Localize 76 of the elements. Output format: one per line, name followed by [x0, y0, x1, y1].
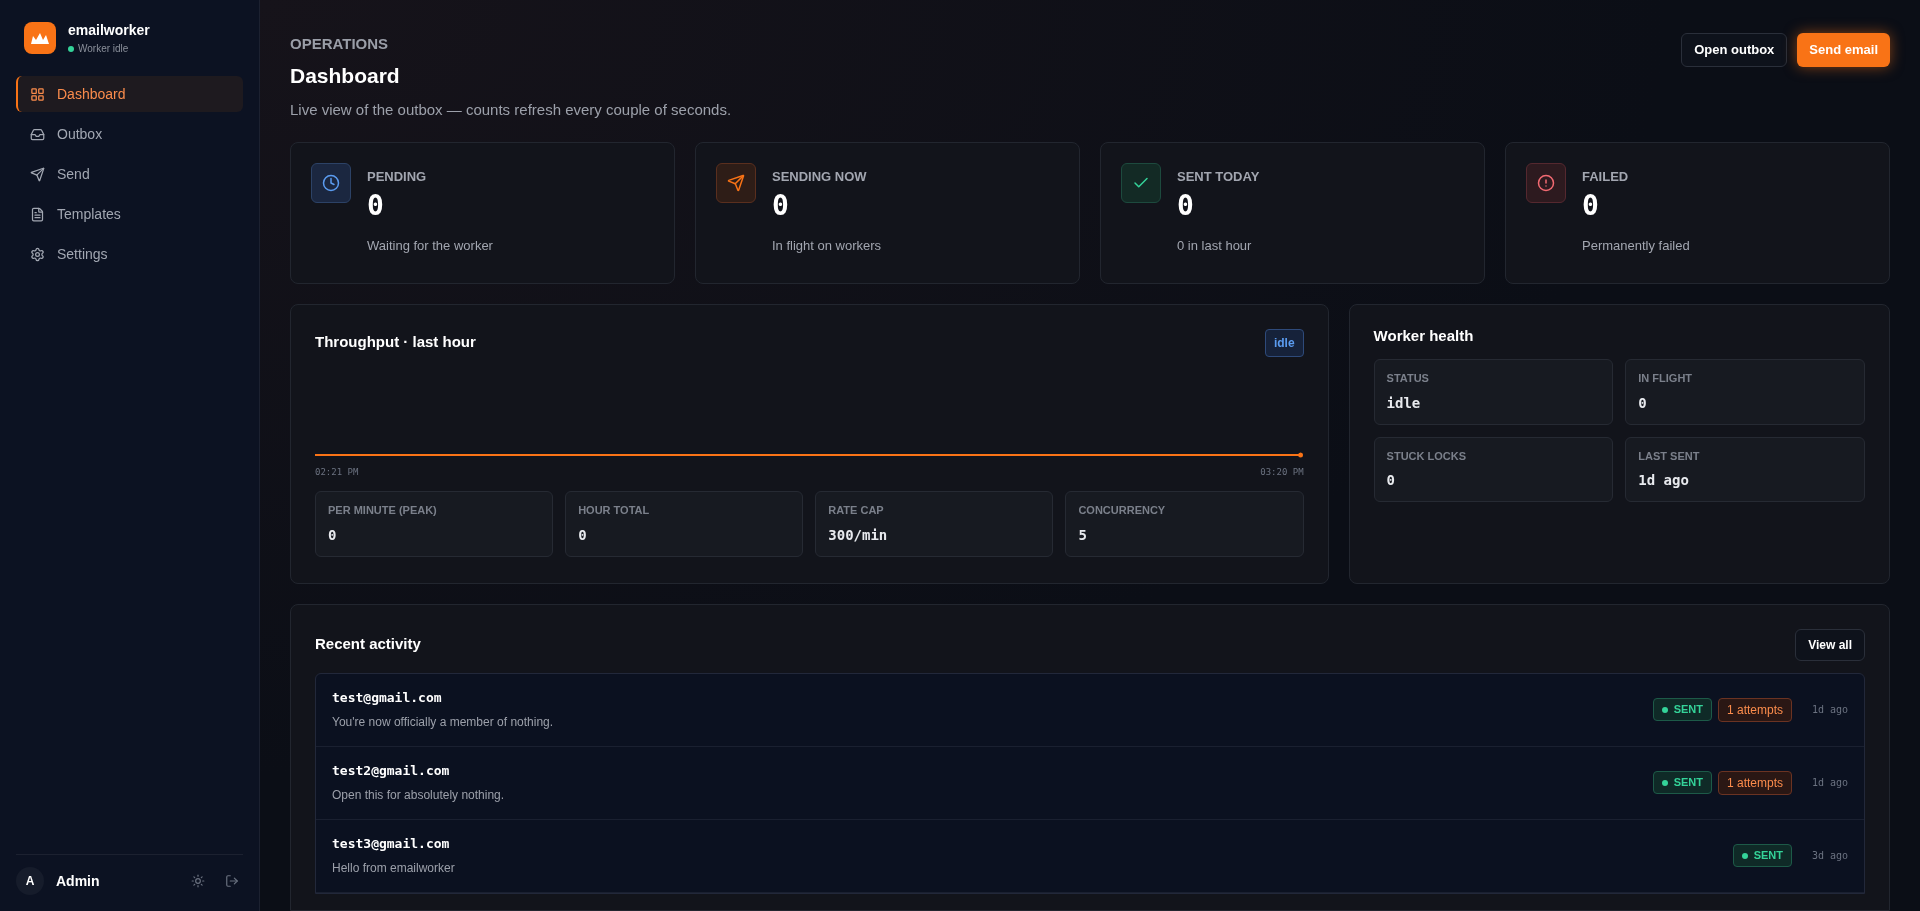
logo-icon — [30, 31, 50, 45]
stat-label: SENT TODAY — [1177, 167, 1260, 186]
panel-title: Throughput · last hour — [315, 332, 476, 353]
activity-row[interactable]: test3@gmail.com Hello from emailworker SENT 3d ago — [316, 819, 1864, 893]
view-all-button[interactable]: View all — [1795, 628, 1865, 661]
stat-value: 0 — [1582, 192, 1600, 220]
timestamp: 3d ago — [1810, 849, 1848, 863]
nav-item[interactable]: Settings — [16, 236, 243, 272]
sun-icon — [191, 874, 205, 888]
stat-caption: In flight on workers — [772, 237, 882, 255]
idle-badge: idle — [1264, 328, 1304, 357]
metric-value: 300/min — [828, 525, 889, 545]
page-title: Dashboard — [290, 62, 401, 89]
axis-label: 03:20 PM — [1260, 465, 1304, 479]
metric-value: 0 — [578, 525, 588, 545]
stat-caption: Permanently failed — [1582, 237, 1690, 255]
stat-label: FAILED — [1582, 167, 1630, 186]
open-outbox-button[interactable]: Open outbox — [1681, 33, 1788, 67]
logout-icon — [225, 874, 239, 888]
recipient-email: test@gmail.com — [332, 688, 443, 707]
timestamp: 1d ago — [1810, 703, 1848, 717]
inbox-icon — [30, 126, 45, 142]
metric-label: HOUR TOTAL — [578, 503, 651, 518]
paper-plane-icon — [727, 173, 745, 192]
stat-caption: Waiting for the worker — [367, 237, 493, 255]
worker-status: Worker idle — [78, 42, 129, 56]
attempts-badge: 1 attempts — [1717, 697, 1792, 722]
paper-plane-icon — [30, 166, 45, 182]
stat-label: SENDING NOW — [772, 167, 868, 186]
timestamp: 1d ago — [1810, 776, 1848, 790]
metric-value: 1d ago — [1638, 471, 1690, 490]
section-eyebrow: OPERATIONS — [290, 34, 390, 54]
panel-title: Recent activity — [315, 634, 421, 655]
nav-item[interactable]: Outbox — [16, 116, 243, 152]
panel-title: Worker health — [1373, 325, 1475, 346]
grid-icon — [30, 86, 45, 102]
metric-value: 5 — [1078, 525, 1088, 545]
metric-value: 0 — [328, 525, 338, 545]
alert-icon — [1537, 173, 1555, 192]
settings-icon — [30, 246, 45, 262]
document-icon — [30, 206, 45, 222]
stat-caption: 0 in last hour — [1177, 237, 1253, 255]
metric-label: STATUS — [1386, 371, 1430, 386]
axis-label: 02:21 PM — [315, 465, 359, 479]
app-name: emailworker — [68, 21, 150, 40]
email-subject: Open this for absolutely nothing. — [332, 787, 506, 805]
attempts-badge: 1 attempts — [1717, 770, 1792, 795]
clock-icon — [322, 173, 340, 192]
status-badge: SENT — [1732, 844, 1792, 867]
metric-label: STUCK LOCKS — [1386, 448, 1468, 464]
stat-value: 0 — [772, 192, 790, 220]
stat-label: PENDING — [367, 167, 428, 186]
user-name: Admin — [56, 871, 101, 891]
nav-item[interactable]: Templates — [16, 196, 243, 232]
activity-row[interactable]: test@gmail.com You're now officially a member of nothing. SENT 1 attempts 1d ago — [316, 673, 1864, 747]
metric-value: idle — [1386, 393, 1422, 413]
metric-label: LAST SENT — [1638, 448, 1701, 464]
status-badge: SENT — [1652, 698, 1712, 721]
metric-label: PER MINUTE (PEAK) — [328, 503, 438, 518]
nav-item[interactable]: Send — [16, 156, 243, 192]
recipient-email: test3@gmail.com — [332, 834, 451, 853]
nav-item[interactable]: Dashboard — [16, 76, 243, 112]
avatar: A — [16, 867, 44, 895]
page-subtitle: Live view of the outbox — counts refresh every couple of seconds. — [290, 100, 732, 120]
stat-value: 0 — [367, 192, 385, 220]
stat-value: 0 — [1177, 192, 1195, 220]
metric-label: RATE CAP — [828, 503, 885, 518]
recipient-email: test2@gmail.com — [332, 761, 451, 780]
metric-value: 0 — [1638, 393, 1648, 413]
status-badge: SENT — [1652, 771, 1712, 794]
metric-value: 0 — [1386, 471, 1396, 490]
email-subject: Hello from emailworker — [332, 860, 456, 878]
metric-label: IN FLIGHT — [1638, 371, 1694, 386]
email-subject: You're now officially a member of nothing. — [332, 714, 555, 732]
metric-label: CONCURRENCY — [1078, 503, 1167, 518]
activity-row[interactable]: test2@gmail.com Open this for absolutely nothing. SENT 1 attempts 1d ago — [316, 746, 1864, 820]
